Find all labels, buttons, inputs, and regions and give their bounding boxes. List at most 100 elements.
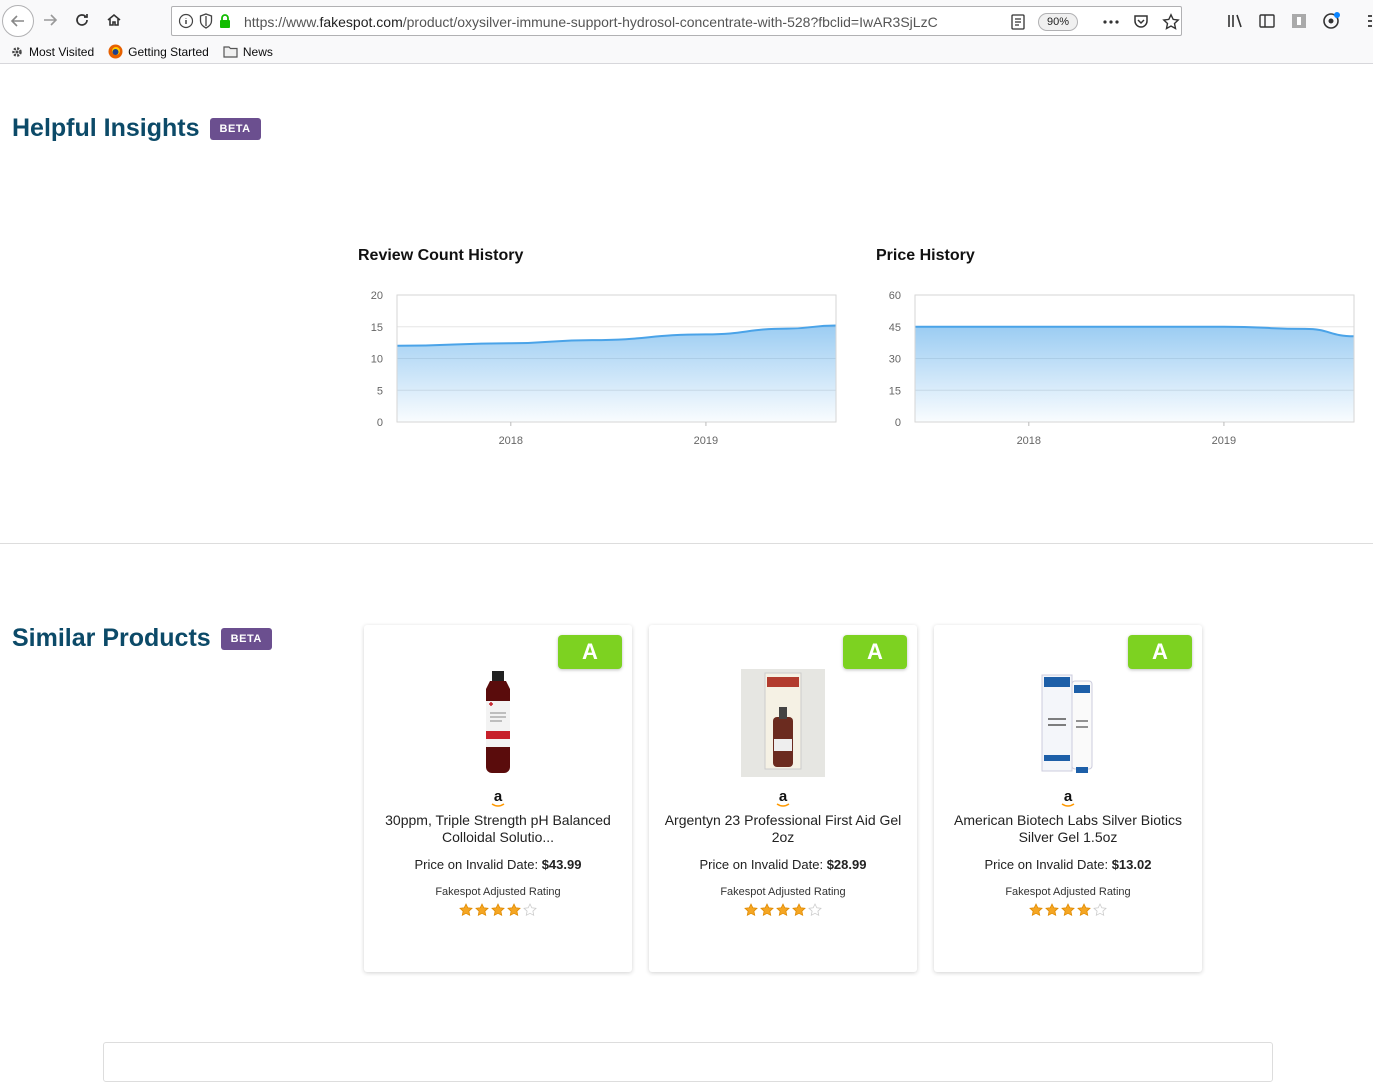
bookmark-label: Getting Started bbox=[128, 44, 209, 59]
star-empty-icon bbox=[523, 903, 537, 917]
price-label: Price on Invalid Date: bbox=[414, 857, 542, 872]
sidebar-icon[interactable] bbox=[1258, 12, 1276, 30]
product-image-silver-solution[interactable] bbox=[456, 669, 540, 777]
product-name[interactable]: 30ppm, Triple Strength pH Balanced Collo… bbox=[374, 812, 622, 846]
grade-badge: A bbox=[843, 635, 907, 669]
info-icon[interactable] bbox=[178, 13, 194, 29]
url-path: /product/oxysilver-immune-support-hydros… bbox=[402, 14, 938, 30]
y-tick-label: 30 bbox=[889, 354, 901, 366]
y-tick-label: 0 bbox=[377, 417, 383, 429]
similar-heading: Similar Products BETA bbox=[12, 624, 272, 653]
x-tick-label: 2019 bbox=[1212, 435, 1236, 447]
url-bar[interactable]: https://www.fakespot.com/product/oxysilv… bbox=[171, 6, 1182, 36]
arrow-right-icon bbox=[44, 14, 58, 26]
browser-toolbar: https://www.fakespot.com/product/oxysilv… bbox=[0, 0, 1373, 40]
review-count-chart: 0 5 10 15 20 2018 2019 bbox=[371, 290, 837, 447]
product-card[interactable]: A a Argentyn 23 Professional First Aid G… bbox=[649, 625, 917, 972]
folder-icon bbox=[223, 46, 238, 58]
section-divider bbox=[0, 543, 1373, 544]
y-tick-label: 15 bbox=[889, 385, 901, 397]
grade-badge: A bbox=[558, 635, 622, 669]
y-tick-label: 60 bbox=[889, 290, 901, 302]
similar-title: Similar Products bbox=[12, 624, 211, 652]
star-empty-icon bbox=[1093, 903, 1107, 917]
star-filled-icon bbox=[475, 903, 489, 917]
bookmark-news[interactable]: News bbox=[223, 45, 273, 59]
x-tick-label: 2019 bbox=[694, 435, 718, 447]
pocket-icon[interactable] bbox=[1132, 13, 1150, 31]
chart-title-price: Price History bbox=[876, 247, 975, 264]
lock-icon[interactable] bbox=[218, 13, 232, 29]
y-tick-label: 0 bbox=[895, 417, 901, 429]
y-tick-label: 15 bbox=[371, 322, 383, 334]
bookmarks-bar: Most Visited Getting Started News bbox=[0, 40, 1373, 64]
tracking-shield-icon[interactable] bbox=[199, 13, 213, 29]
amazon-smile-icon bbox=[1061, 803, 1075, 807]
next-section-box bbox=[103, 1042, 1273, 1082]
product-price-line: Price on Invalid Date: $13.02 bbox=[934, 857, 1202, 872]
account-icon[interactable] bbox=[1322, 11, 1342, 31]
rating-label: Fakespot Adjusted Rating bbox=[1005, 886, 1131, 898]
rating-label: Fakespot Adjusted Rating bbox=[720, 886, 846, 898]
beta-badge: BETA bbox=[220, 627, 272, 650]
bookmark-label: Most Visited bbox=[29, 44, 95, 59]
x-tick-label: 2018 bbox=[499, 435, 523, 447]
url-domain: fakespot.com bbox=[319, 14, 403, 30]
y-tick-label: 45 bbox=[889, 322, 901, 334]
product-image-argentyn-gel[interactable] bbox=[741, 669, 825, 777]
reload-icon bbox=[76, 14, 88, 26]
price-label: Price on Invalid Date: bbox=[699, 857, 827, 872]
star-filled-icon bbox=[507, 903, 521, 917]
series-area bbox=[915, 326, 1354, 422]
x-tick-label: 2018 bbox=[1017, 435, 1041, 447]
home-button[interactable] bbox=[100, 6, 128, 34]
y-tick-label: 20 bbox=[371, 290, 383, 302]
url-text[interactable]: https://www.fakespot.com/product/oxysilv… bbox=[244, 14, 974, 30]
product-name[interactable]: American Biotech Labs Silver Biotics Sil… bbox=[944, 812, 1192, 846]
amazon-smile-icon bbox=[776, 803, 790, 807]
beta-badge: BETA bbox=[209, 117, 261, 140]
zoom-level[interactable]: 90% bbox=[1038, 13, 1079, 31]
star-filled-icon bbox=[1045, 903, 1059, 917]
home-icon bbox=[107, 13, 121, 26]
more-actions-icon[interactable] bbox=[1102, 14, 1120, 30]
star-filled-icon bbox=[1029, 903, 1043, 917]
price-history-chart: 0 15 30 45 60 2018 2019 bbox=[889, 290, 1355, 447]
bookmark-label: News bbox=[242, 44, 273, 59]
product-card[interactable]: A a American Biotech Labs Silver Biotics… bbox=[934, 625, 1202, 972]
price-label: Price on Invalid Date: bbox=[984, 857, 1112, 872]
price-value: $13.02 bbox=[1111, 857, 1152, 872]
y-tick-label: 10 bbox=[371, 354, 383, 366]
product-price-line: Price on Invalid Date: $28.99 bbox=[649, 857, 917, 872]
product-price-line: Price on Invalid Date: $43.99 bbox=[364, 857, 632, 872]
price-value: $43.99 bbox=[541, 857, 582, 872]
forward-button[interactable] bbox=[36, 6, 64, 34]
extension-icon[interactable] bbox=[1290, 12, 1308, 30]
grade-badge: A bbox=[1128, 635, 1192, 669]
bookmark-getting-started[interactable]: Getting Started bbox=[108, 44, 209, 59]
star-filled-icon bbox=[760, 903, 774, 917]
firefox-icon bbox=[108, 44, 123, 59]
back-button[interactable] bbox=[2, 5, 34, 37]
product-card[interactable]: A a 30ppm, Triple Strength pH Balanced C… bbox=[364, 625, 632, 972]
box-image bbox=[741, 669, 825, 777]
product-name[interactable]: Argentyn 23 Professional First Aid Gel 2… bbox=[659, 812, 907, 846]
bottle-image bbox=[486, 671, 510, 773]
bookmark-most-visited[interactable]: Most Visited bbox=[10, 45, 94, 59]
insights-heading: Helpful Insights BETA bbox=[12, 114, 261, 143]
gear-icon bbox=[12, 46, 22, 57]
rating-stars bbox=[934, 903, 1202, 917]
y-tick-label: 5 bbox=[377, 385, 383, 397]
amazon-smile-icon bbox=[491, 803, 505, 807]
product-image-silver-gel[interactable] bbox=[1026, 669, 1110, 777]
menu-icon[interactable] bbox=[1356, 12, 1372, 30]
star-empty-icon bbox=[808, 903, 822, 917]
bookmark-star-icon[interactable] bbox=[1162, 13, 1180, 31]
star-filled-icon bbox=[491, 903, 505, 917]
insights-title: Helpful Insights bbox=[12, 114, 200, 142]
tube-box-image bbox=[1041, 674, 1093, 773]
library-icon[interactable] bbox=[1226, 12, 1244, 30]
star-filled-icon bbox=[776, 903, 790, 917]
reader-view-icon[interactable] bbox=[1010, 13, 1026, 31]
reload-button[interactable] bbox=[68, 6, 96, 34]
